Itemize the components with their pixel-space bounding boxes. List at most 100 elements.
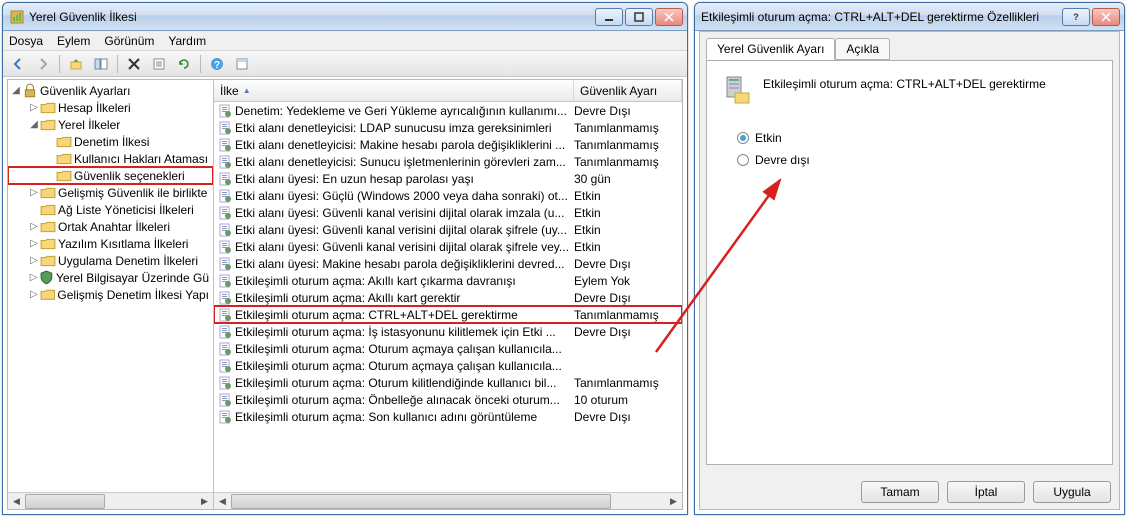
list-row[interactable]: Etki alanı üyesi: Makine hesabı parola d… bbox=[214, 255, 682, 272]
col-setting[interactable]: Güvenlik Ayarı bbox=[574, 80, 682, 101]
list-hscroll[interactable]: ◀▶ bbox=[214, 492, 682, 509]
list-row[interactable]: Etkileşimli oturum açma: Akıllı kart ger… bbox=[214, 289, 682, 306]
expand-icon[interactable]: ▷ bbox=[28, 187, 40, 198]
cancel-button[interactable]: İptal bbox=[947, 481, 1025, 503]
policy-icon bbox=[218, 138, 232, 152]
policy-icon bbox=[218, 155, 232, 169]
folder-icon bbox=[39, 271, 54, 285]
list-row[interactable]: Etki alanı üyesi: Güvenli kanal verisini… bbox=[214, 221, 682, 238]
expand-icon[interactable] bbox=[44, 153, 56, 164]
tab-explain[interactable]: Açıkla bbox=[835, 38, 890, 60]
expand-icon[interactable]: ▷ bbox=[28, 102, 40, 113]
maximize-button[interactable] bbox=[625, 8, 653, 26]
list-row[interactable]: Etkileşimli oturum açma: Oturum açmaya ç… bbox=[214, 357, 682, 374]
refresh-button[interactable] bbox=[173, 53, 195, 75]
list-row[interactable]: Etkileşimli oturum açma: Oturum açmaya ç… bbox=[214, 340, 682, 357]
policy-icon bbox=[218, 291, 232, 305]
forward-button[interactable] bbox=[32, 53, 54, 75]
apply-button[interactable]: Uygula bbox=[1033, 481, 1111, 503]
policy-name: Etkileşimli oturum açma: CTRL+ALT+DEL ge… bbox=[235, 308, 518, 322]
menu-action[interactable]: Eylem bbox=[57, 34, 90, 48]
folder-icon bbox=[40, 203, 56, 217]
list-row[interactable]: Etkileşimli oturum açma: Önbelleğe alına… bbox=[214, 391, 682, 408]
tree-root[interactable]: ◢ Güvenlik Ayarları bbox=[8, 82, 213, 99]
radio-enabled[interactable]: Etkin bbox=[737, 127, 1082, 149]
menu-view[interactable]: Görünüm bbox=[104, 34, 154, 48]
list-row[interactable]: Etki alanı denetleyicisi: Sunucu işletme… bbox=[214, 153, 682, 170]
expand-icon[interactable]: ▷ bbox=[28, 272, 39, 283]
policy-name: Etki alanı üyesi: Güvenli kanal verisini… bbox=[235, 240, 569, 254]
tree-hscroll[interactable]: ◀▶ bbox=[8, 492, 213, 509]
policy-value: Etkin bbox=[574, 189, 682, 203]
tree-item-label: Gelişmiş Güvenlik ile birlikte bbox=[58, 186, 207, 200]
toolbar-sep bbox=[200, 55, 201, 73]
expand-icon[interactable]: ▷ bbox=[28, 238, 40, 249]
list-row[interactable]: Etki alanı denetleyicisi: Makine hesabı … bbox=[214, 136, 682, 153]
tree-item[interactable]: ▷Yazılım Kısıtlama İlkeleri bbox=[8, 235, 213, 252]
policy-name: Denetim: Yedekleme ve Geri Yükleme ayrıc… bbox=[235, 104, 567, 118]
tree-item[interactable]: ▷Gelişmiş Denetim İlkesi Yapı bbox=[8, 286, 213, 303]
scroll-thumb[interactable] bbox=[231, 494, 611, 509]
tree-item[interactable]: ▷Yerel Bilgisayar Üzerinde Gü bbox=[8, 269, 213, 286]
dialog-titlebar[interactable]: Etkileşimli oturum açma: CTRL+ALT+DEL ge… bbox=[695, 3, 1124, 31]
tree-item[interactable]: ▷ Gelişmiş Güvenlik ile birlikte bbox=[8, 184, 213, 201]
expand-icon[interactable]: ◢ bbox=[10, 85, 22, 96]
tree-item-label: Yerel İlkeler bbox=[58, 118, 120, 132]
ok-button[interactable]: Tamam bbox=[861, 481, 939, 503]
scroll-left-icon[interactable]: ◀ bbox=[214, 493, 231, 509]
policy-name: Etki alanı denetleyicisi: Sunucu işletme… bbox=[235, 155, 566, 169]
tree-item[interactable]: Ağ Liste Yöneticisi İlkeleri bbox=[8, 201, 213, 218]
list-row[interactable]: Etki alanı üyesi: Güvenli kanal verisini… bbox=[214, 204, 682, 221]
list-row[interactable]: Denetim: Yedekleme ve Geri Yükleme ayrıc… bbox=[214, 102, 682, 119]
menu-file[interactable]: Dosya bbox=[9, 34, 43, 48]
expand-icon[interactable] bbox=[28, 204, 40, 215]
tree-item[interactable]: ◢ Yerel İlkeler bbox=[8, 116, 213, 133]
tree-item[interactable]: ▷Ortak Anahtar İlkeleri bbox=[8, 218, 213, 235]
tree-item[interactable]: Kullanıcı Hakları Ataması bbox=[8, 150, 213, 167]
list-row[interactable]: Etki alanı denetleyicisi: LDAP sunucusu … bbox=[214, 119, 682, 136]
radio-disabled[interactable]: Devre dışı bbox=[737, 149, 1082, 171]
scroll-left-icon[interactable]: ◀ bbox=[8, 493, 25, 509]
scroll-thumb[interactable] bbox=[25, 494, 105, 509]
dialog-heading: Etkileşimli oturum açma: CTRL+ALT+DEL ge… bbox=[763, 73, 1046, 91]
expand-icon[interactable] bbox=[44, 170, 56, 181]
expand-icon[interactable]: ▷ bbox=[28, 289, 40, 300]
tree-item[interactable]: ▷Hesap İlkeleri bbox=[8, 99, 213, 116]
help-button[interactable]: ? bbox=[206, 53, 228, 75]
list-row[interactable]: Etkileşimli oturum açma: Oturum kilitlen… bbox=[214, 374, 682, 391]
list-row[interactable]: Etki alanı üyesi: Güçlü (Windows 2000 ve… bbox=[214, 187, 682, 204]
tab-local-setting[interactable]: Yerel Güvenlik Ayarı bbox=[706, 38, 835, 60]
close-button[interactable] bbox=[655, 8, 683, 26]
export-button[interactable] bbox=[231, 53, 253, 75]
list-row[interactable]: Etki alanı üyesi: Güvenli kanal verisini… bbox=[214, 238, 682, 255]
back-button[interactable] bbox=[7, 53, 29, 75]
policy-name: Etki alanı denetleyicisi: Makine hesabı … bbox=[235, 138, 565, 152]
list-row[interactable]: Etkileşimli oturum açma: Son kullanıcı a… bbox=[214, 408, 682, 425]
menu-help[interactable]: Yardım bbox=[168, 34, 206, 48]
tree-item[interactable]: ▷Uygulama Denetim İlkeleri bbox=[8, 252, 213, 269]
show-hide-tree-button[interactable] bbox=[90, 53, 112, 75]
list-row[interactable]: Etkileşimli oturum açma: Akıllı kart çık… bbox=[214, 272, 682, 289]
main-titlebar[interactable]: Yerel Güvenlik İlkesi bbox=[3, 3, 687, 31]
list-row[interactable]: Etkileşimli oturum açma: İş istasyonunu … bbox=[214, 323, 682, 340]
expand-icon[interactable]: ◢ bbox=[28, 119, 40, 130]
expand-icon[interactable] bbox=[44, 136, 56, 147]
scroll-right-icon[interactable]: ▶ bbox=[196, 493, 213, 509]
expand-icon[interactable]: ▷ bbox=[28, 221, 40, 232]
tree-item[interactable]: Denetim İlkesi bbox=[8, 133, 213, 150]
up-button[interactable] bbox=[65, 53, 87, 75]
properties-button[interactable] bbox=[148, 53, 170, 75]
tree-item[interactable]: Güvenlik seçenekleri bbox=[8, 167, 213, 184]
tab-strip: Yerel Güvenlik Ayarı Açıkla bbox=[700, 32, 1119, 60]
list-row[interactable]: Etki alanı üyesi: En uzun hesap parolası… bbox=[214, 170, 682, 187]
help-button[interactable]: ? bbox=[1062, 8, 1090, 26]
expand-icon[interactable]: ▷ bbox=[28, 255, 40, 266]
minimize-button[interactable] bbox=[595, 8, 623, 26]
col-policy[interactable]: İlke▲ bbox=[214, 80, 574, 101]
delete-button[interactable] bbox=[123, 53, 145, 75]
policy-value: Tanımlanmamış bbox=[574, 138, 682, 152]
close-button[interactable] bbox=[1092, 8, 1120, 26]
policy-name: Etki alanı üyesi: Makine hesabı parola d… bbox=[235, 257, 565, 271]
list-row[interactable]: Etkileşimli oturum açma: CTRL+ALT+DEL ge… bbox=[214, 306, 682, 323]
scroll-right-icon[interactable]: ▶ bbox=[665, 493, 682, 509]
